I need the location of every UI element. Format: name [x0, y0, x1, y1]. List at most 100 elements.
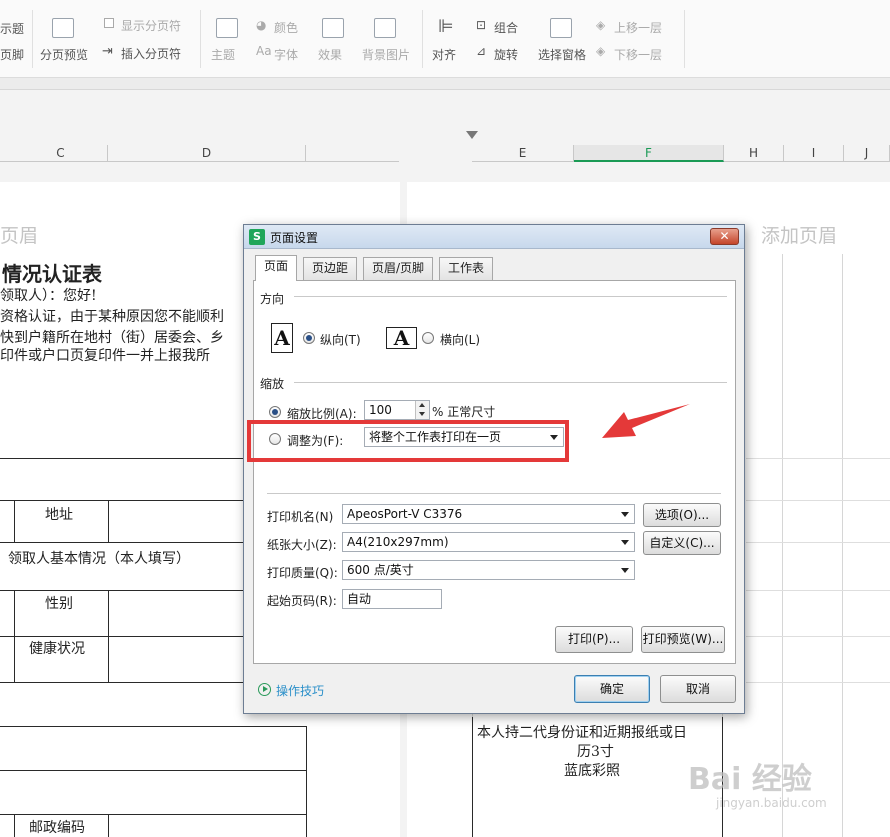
theme-icon[interactable]	[216, 18, 238, 38]
background-image-icon[interactable]	[374, 18, 396, 38]
printer-label: 打印机名(N)	[267, 510, 334, 524]
insert-page-break-button[interactable]: 插入分页符	[121, 45, 181, 62]
orientation-group-title: 方向	[260, 290, 285, 307]
cell-section-title[interactable]: 领取人基本情况（本人填写）	[8, 548, 190, 568]
document-line-3: 快到户籍所在地村（街）居委会、乡	[0, 330, 224, 346]
landscape-label[interactable]: 横向(L)	[440, 331, 480, 348]
theme-button[interactable]: 主题	[211, 46, 235, 63]
cancel-button[interactable]: 取消	[660, 675, 736, 703]
bring-forward-button[interactable]: 上移一层	[614, 19, 662, 36]
effects-icon[interactable]	[322, 18, 344, 38]
ribbon-separator	[200, 10, 201, 68]
ribbon-fragment-top[interactable]: 示题	[0, 20, 24, 37]
document-line-1: 领取人）：您好!	[0, 288, 97, 304]
selection-pane-icon[interactable]	[550, 18, 572, 38]
show-page-break-checkbox[interactable]	[104, 18, 114, 28]
scale-value-input[interactable]: 100	[364, 400, 430, 420]
start-page-value: 自动	[347, 592, 372, 606]
dialog-title: 页面设置	[270, 231, 319, 245]
colors-button[interactable]: 颜色	[274, 19, 298, 36]
custom-size-button[interactable]: 自定义(C)...	[643, 531, 721, 555]
start-page-label: 起始页码(R):	[267, 594, 337, 608]
table-border	[14, 500, 15, 542]
group-button[interactable]: 组合	[494, 19, 518, 36]
selection-pane-button[interactable]: 选择窗格	[538, 46, 586, 63]
align-button[interactable]: 对齐	[432, 46, 456, 63]
cell-postcode[interactable]: 邮政编码	[29, 817, 85, 837]
cell-gender[interactable]: 性别	[45, 593, 73, 613]
column-header-bar-left: C D	[0, 145, 399, 162]
gridline	[746, 458, 890, 459]
document-title: 情况认证表	[2, 262, 102, 286]
tab-page[interactable]: 页面	[255, 255, 298, 281]
print-quality-label: 打印质量(Q):	[267, 566, 338, 580]
table-border	[0, 726, 306, 727]
print-button[interactable]: 打印(P)...	[555, 626, 633, 653]
page-setup-dialog[interactable]: S 页面设置 ✕ 页面 页边距 页眉/页脚 工作表 方向 A 纵向(T) A 横…	[243, 224, 745, 714]
start-page-input[interactable]: 自动	[342, 589, 442, 609]
font-aa-icon: Aa	[256, 44, 272, 58]
gridline	[746, 636, 890, 637]
chevron-down-icon	[621, 568, 629, 573]
spin-down-icon[interactable]	[419, 412, 425, 416]
ribbon-separator	[32, 10, 33, 68]
page-preview-button[interactable]: 分页预览	[40, 46, 88, 63]
document-line-2: 资格认证，由于某种原因您不能顺利	[0, 309, 224, 325]
page-preview-icon[interactable]	[52, 18, 74, 38]
send-backward-icon: ◈	[596, 44, 606, 58]
table-border	[0, 814, 306, 815]
scale-spinner[interactable]	[415, 401, 429, 419]
column-header-f[interactable]: F	[574, 145, 724, 162]
background-image-button[interactable]: 背景图片	[362, 46, 410, 63]
table-border	[472, 717, 473, 837]
paper-size-dropdown[interactable]: A4(210x297mm)	[342, 532, 635, 552]
chevron-down-icon	[621, 512, 629, 517]
column-header-bar-right: E F H I J	[472, 145, 890, 162]
gridline	[746, 500, 890, 501]
annotation-arrow-icon	[602, 404, 690, 438]
tab-margins[interactable]: 页边距	[303, 257, 358, 280]
add-header-placeholder[interactable]: 添加页眉	[761, 221, 837, 248]
play-help-icon[interactable]	[258, 683, 271, 696]
gridline	[842, 254, 843, 837]
scaling-group-title: 缩放	[260, 375, 285, 392]
column-header-d[interactable]: D	[108, 145, 306, 162]
cell-health[interactable]: 健康状况	[29, 638, 85, 658]
tips-link[interactable]: 操作技巧	[276, 682, 324, 699]
close-button[interactable]: ✕	[710, 228, 739, 245]
scale-ratio-radio[interactable]	[269, 406, 281, 418]
paper-size-value: A4(210x297mm)	[347, 535, 449, 549]
page-header-placeholder[interactable]: 页眉	[0, 221, 38, 248]
rotate-button[interactable]: 旋转	[494, 46, 518, 63]
printer-dropdown[interactable]: ApeosPort-V C3376	[342, 504, 635, 524]
fonts-button[interactable]: 字体	[274, 46, 298, 63]
ribbon-fragment-bottom[interactable]: 页脚	[0, 46, 24, 63]
table-border	[108, 500, 109, 542]
landscape-radio[interactable]	[422, 332, 434, 344]
cell-address[interactable]: 地址	[45, 504, 73, 524]
column-header-h[interactable]: H	[724, 145, 784, 162]
tab-worksheet[interactable]: 工作表	[439, 257, 494, 280]
send-backward-button[interactable]: 下移一层	[614, 46, 662, 63]
spin-up-icon[interactable]	[419, 403, 425, 407]
effects-button[interactable]: 效果	[318, 46, 342, 63]
tab-header-footer[interactable]: 页眉/页脚	[363, 257, 434, 280]
portrait-radio[interactable]	[303, 332, 315, 344]
options-button[interactable]: 选项(O)...	[643, 503, 721, 527]
photo-note-line-3: 蓝底彩照	[564, 763, 620, 779]
column-header-e[interactable]: E	[472, 145, 574, 162]
table-border	[306, 726, 307, 837]
column-header-c[interactable]: C	[14, 145, 108, 162]
column-header-j[interactable]: J	[844, 145, 890, 162]
ribbon-separator	[684, 10, 685, 68]
dialog-titlebar[interactable]: S 页面设置 ✕	[244, 225, 744, 249]
rotate-icon: ⊿	[476, 44, 487, 58]
column-header-i[interactable]: I	[784, 145, 844, 162]
ok-button[interactable]: 确定	[574, 675, 650, 703]
portrait-label[interactable]: 纵向(T)	[320, 331, 361, 348]
gridline	[782, 254, 783, 837]
print-preview-button[interactable]: 打印预览(W)...	[641, 626, 725, 653]
print-quality-dropdown[interactable]: 600 点/英寸	[342, 560, 635, 580]
align-icon: ⊫	[438, 16, 454, 37]
group-divider	[294, 382, 727, 383]
